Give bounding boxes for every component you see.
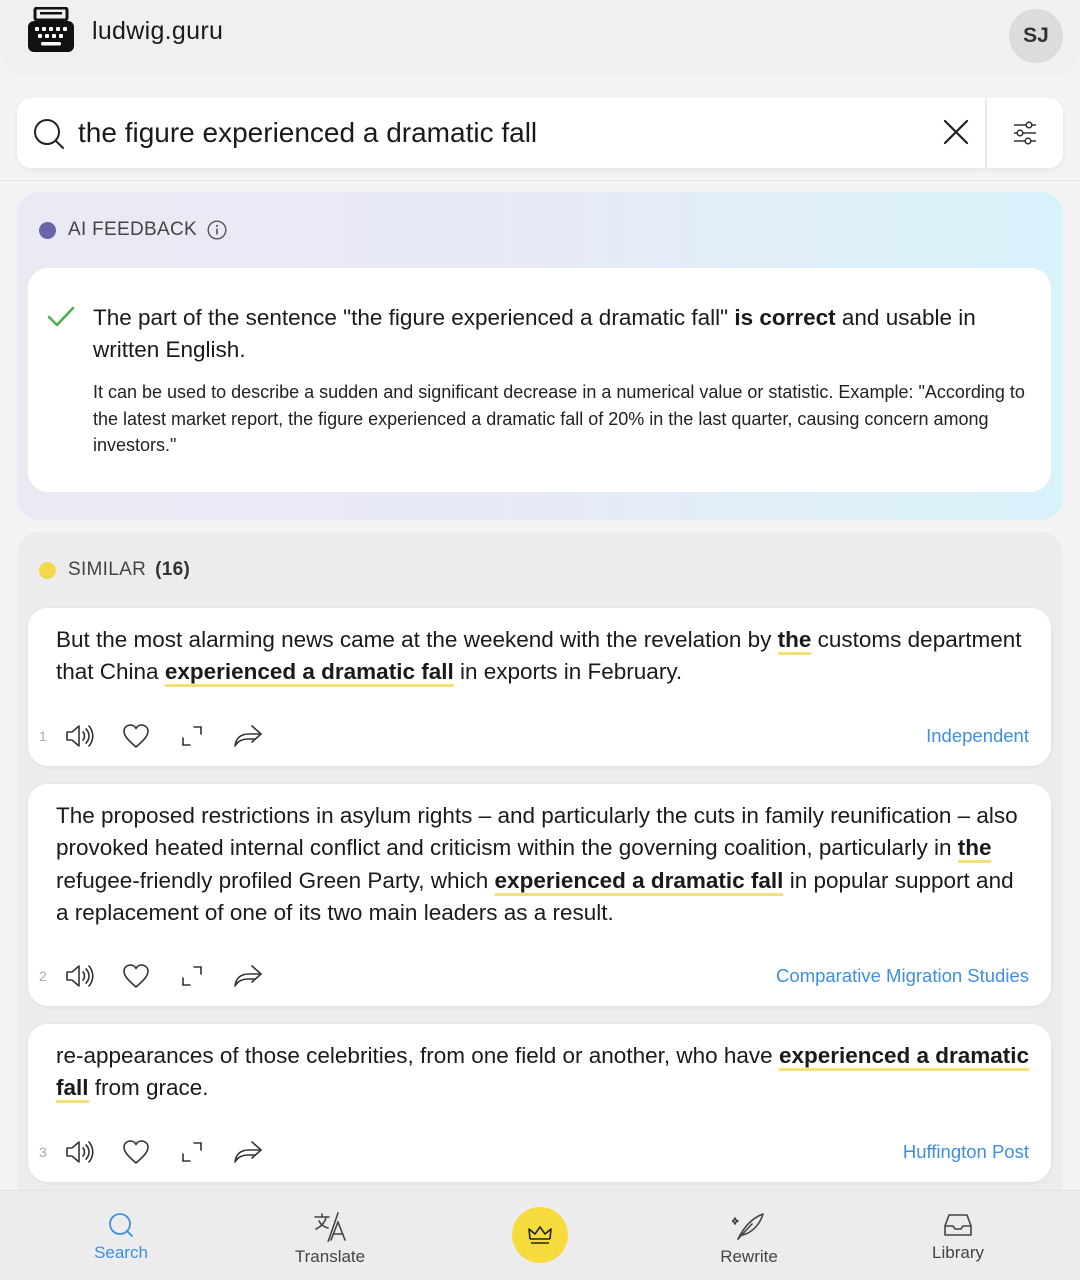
similar-count: (16): [155, 559, 191, 580]
verdict-highlight: is correct: [734, 305, 836, 330]
premium-button[interactable]: [512, 1207, 568, 1263]
nav-rewrite-label: Rewrite: [720, 1247, 778, 1266]
ai-feedback-label: AI FEEDBACK: [68, 219, 197, 240]
result-number: 3: [39, 1144, 47, 1160]
result-number: 1: [39, 728, 47, 744]
info-icon[interactable]: [207, 220, 227, 240]
heart-icon: [123, 964, 149, 988]
listen-button[interactable]: [65, 721, 95, 751]
header-divider: [0, 180, 1080, 181]
close-icon: [943, 119, 969, 145]
ai-feedback-verdict: The part of the sentence "the figure exp…: [93, 302, 1023, 366]
source-link[interactable]: Huffington Post: [903, 1141, 1029, 1163]
expand-icon: [182, 966, 202, 986]
similar-dot: [39, 561, 56, 579]
listen-button[interactable]: [65, 1137, 95, 1167]
favorite-button[interactable]: [121, 961, 151, 991]
nav-translate[interactable]: Translate: [270, 1212, 390, 1267]
nav-search[interactable]: Search: [61, 1212, 181, 1263]
favorite-button[interactable]: [121, 1137, 151, 1167]
match-highlight: the: [957, 835, 992, 864]
sentence-text: The proposed restrictions in asylum righ…: [56, 803, 1018, 861]
ai-feedback-detail: It can be used to describe a sudden and …: [93, 382, 1025, 455]
share-icon: [234, 1141, 262, 1163]
result-card[interactable]: re-appearances of those celebrities, fro…: [28, 1024, 1051, 1182]
similar-label: SIMILAR: [68, 559, 147, 580]
favorite-button[interactable]: [121, 721, 151, 751]
search-input[interactable]: [78, 112, 918, 154]
share-icon: [234, 965, 262, 987]
expand-button[interactable]: [177, 721, 207, 751]
listen-button[interactable]: [65, 961, 95, 991]
inbox-icon: [944, 1214, 972, 1236]
search-icon: [34, 119, 64, 149]
share-button[interactable]: [233, 1137, 263, 1167]
expand-icon: [182, 726, 202, 746]
translate-icon: [314, 1212, 346, 1242]
sentence-text: refugee-friendly profiled Green Party, w…: [56, 867, 495, 893]
sentence-text: But the most alarming news came at the w…: [56, 627, 778, 652]
source-link[interactable]: Independent: [926, 725, 1029, 747]
search-icon: [109, 1213, 133, 1237]
checkmark-icon: [47, 306, 75, 327]
ai-feedback-heading: AI FEEDBACK: [39, 219, 227, 241]
share-icon: [234, 725, 262, 747]
result-card[interactable]: But the most alarming news came at the w…: [28, 608, 1051, 766]
sliders-icon: [1014, 121, 1036, 145]
share-button[interactable]: [233, 961, 263, 991]
heart-icon: [123, 1140, 149, 1164]
sentence-text: in exports in February.: [453, 659, 683, 685]
typewriter-logo-icon[interactable]: [27, 7, 75, 53]
nav-translate-label: Translate: [294, 1247, 366, 1266]
speaker-icon: [66, 725, 94, 747]
result-card[interactable]: The proposed restrictions in asylum righ…: [28, 784, 1051, 1006]
site-name[interactable]: ludwig.guru: [92, 17, 223, 46]
result-sentence: re-appearances of those celebrities, fro…: [56, 1040, 1031, 1105]
source-link[interactable]: Comparative Migration Studies: [776, 965, 1029, 987]
sentence-text: re-appearances of those celebrities, fro…: [56, 1043, 779, 1068]
result-sentence: But the most alarming news came at the w…: [56, 624, 1031, 689]
crown-icon: [528, 1226, 552, 1244]
clear-search-button[interactable]: [938, 114, 974, 150]
filter-settings-button[interactable]: [987, 98, 1063, 168]
share-button[interactable]: [233, 721, 263, 751]
heart-icon: [123, 724, 149, 748]
sentence-text: from grace.: [88, 1075, 209, 1101]
result-number: 2: [39, 968, 47, 984]
nav-library-label: Library: [932, 1243, 984, 1262]
nav-search-label: Search: [94, 1243, 148, 1262]
match-highlight: the: [777, 627, 812, 655]
nav-library[interactable]: Library: [898, 1212, 1018, 1263]
result-sentence: The proposed restrictions in asylum righ…: [56, 800, 1031, 929]
expand-button[interactable]: [177, 961, 207, 991]
nav-rewrite[interactable]: Rewrite: [689, 1212, 809, 1267]
match-highlight: experienced a dramatic fall: [494, 867, 784, 896]
top-bar: ludwig.guru SJ: [0, 0, 1080, 75]
user-avatar[interactable]: SJ: [1009, 9, 1063, 63]
speaker-icon: [66, 965, 94, 987]
match-highlight: experienced a dramatic fall: [164, 659, 454, 688]
speaker-icon: [66, 1141, 94, 1163]
expand-icon: [182, 1142, 202, 1162]
verdict-text-start: The part of the sentence "the figure exp…: [93, 305, 735, 330]
ai-feedback-dot: [39, 221, 56, 239]
similar-heading: SIMILAR (16): [39, 559, 190, 581]
quill-icon: [732, 1213, 764, 1240]
expand-button[interactable]: [177, 1137, 207, 1167]
